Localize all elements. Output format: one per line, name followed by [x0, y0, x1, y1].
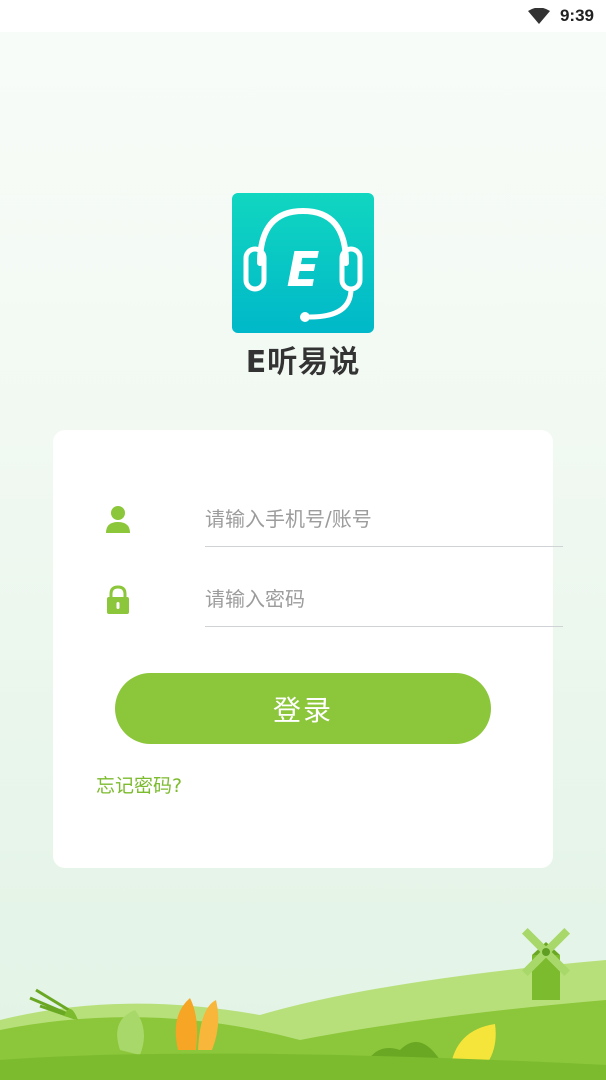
logo-letter: E	[287, 242, 320, 298]
user-icon	[106, 506, 130, 533]
login-card: 登录 忘记密码?	[53, 430, 563, 868]
app-name: E听易说	[245, 345, 361, 380]
account-input[interactable]	[205, 487, 563, 547]
status-bar: 9:39	[0, 0, 606, 32]
account-field	[105, 487, 563, 547]
landscape-illustration	[0, 927, 606, 1080]
headset-logo-icon: E	[232, 193, 374, 333]
wifi-icon	[527, 8, 550, 24]
password-field	[105, 567, 563, 627]
status-time: 9:39	[559, 6, 594, 25]
forgot-password-link[interactable]: 忘记密码?	[96, 771, 182, 798]
app-logo: E E听易说	[232, 193, 374, 381]
lock-icon	[107, 585, 129, 614]
password-input[interactable]	[205, 567, 563, 627]
login-button[interactable]: 登录	[115, 673, 491, 744]
